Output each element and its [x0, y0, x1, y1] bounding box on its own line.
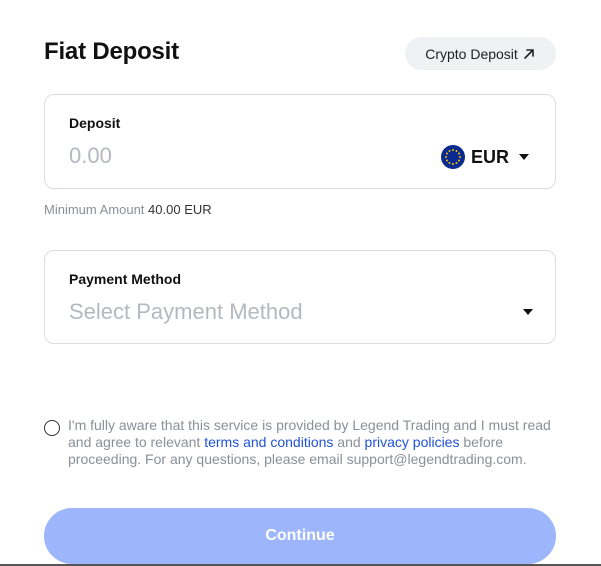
continue-button[interactable]: Continue: [44, 508, 556, 564]
privacy-link[interactable]: privacy policies: [365, 434, 460, 450]
arrow-up-right-icon: [523, 48, 534, 59]
minimum-amount-label: Minimum Amount: [44, 202, 145, 217]
payment-method-label: Payment Method: [69, 271, 182, 287]
page-title: Fiat Deposit: [44, 38, 179, 65]
consent-radio[interactable]: [44, 420, 60, 436]
consent-text: I'm fully aware that this service is pro…: [68, 417, 556, 468]
currency-selector[interactable]: EUR: [440, 144, 529, 170]
consent-and: and: [337, 434, 361, 450]
eu-flag-icon: [440, 145, 465, 169]
payment-method-card: Payment Method Select Payment Method: [44, 250, 556, 344]
deposit-amount-input[interactable]: [69, 141, 369, 171]
consent-row: I'm fully aware that this service is pro…: [44, 417, 556, 468]
fiat-deposit-page: Fiat Deposit Crypto Deposit Deposit 0.00…: [0, 0, 601, 566]
crypto-deposit-button[interactable]: Crypto Deposit: [405, 37, 556, 70]
currency-code: EUR: [470, 146, 509, 167]
deposit-card: Deposit EUR: [44, 94, 556, 189]
terms-link[interactable]: terms and conditions: [204, 434, 333, 450]
deposit-label: Deposit: [69, 115, 121, 131]
payment-method-select[interactable]: Select Payment Method: [69, 297, 533, 327]
chevron-down-icon: [519, 154, 529, 160]
crypto-deposit-label: Crypto Deposit: [425, 45, 518, 62]
chevron-down-icon: [523, 309, 533, 315]
minimum-amount-value: 40.00 EUR: [148, 202, 212, 217]
payment-method-placeholder: Select Payment Method: [69, 299, 303, 324]
minimum-amount: Minimum Amount 40.00 EUR: [44, 202, 212, 217]
